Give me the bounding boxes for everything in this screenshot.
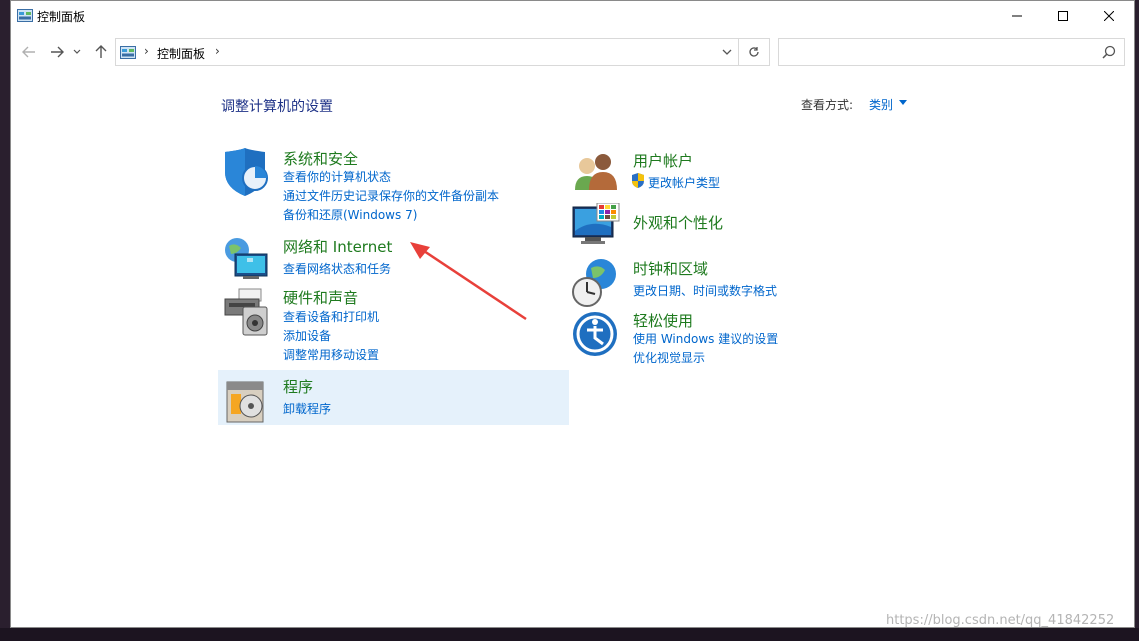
title-bar: 控制面板 xyxy=(11,1,1134,33)
up-button[interactable] xyxy=(91,43,111,61)
forward-arrow-icon xyxy=(51,46,64,58)
link-change-account-type[interactable]: 更改帐户类型 xyxy=(648,174,720,191)
category-heading-network-internet[interactable]: 网络和 Internet xyxy=(283,236,392,257)
minimize-button[interactable] xyxy=(994,1,1040,31)
maximize-button[interactable] xyxy=(1040,1,1086,31)
appearance-monitor-icon xyxy=(572,203,620,244)
refresh-button[interactable] xyxy=(738,39,769,65)
link-add-device[interactable]: 添加设备 xyxy=(283,327,331,344)
link-backup-restore[interactable]: 备份和还原(Windows 7) xyxy=(283,206,417,223)
category-heading-system-security[interactable]: 系统和安全 xyxy=(283,148,358,169)
search-icon[interactable] xyxy=(1102,45,1116,59)
taskbar xyxy=(0,628,1139,641)
link-windows-recommended-settings[interactable]: 使用 Windows 建议的设置 xyxy=(633,330,778,347)
category-heading-user-accounts[interactable]: 用户帐户 xyxy=(633,150,693,171)
link-network-status[interactable]: 查看网络状态和任务 xyxy=(283,260,391,277)
annotation-arrow xyxy=(410,242,527,321)
category-programs[interactable]: 程序 卸载程序 xyxy=(221,376,561,423)
category-appearance: 外观和个性化 xyxy=(571,203,871,253)
link-optimize-visual-display[interactable]: 优化视觉显示 xyxy=(633,349,705,366)
search-input[interactable] xyxy=(783,42,1087,64)
control-panel-window: 控制面板 › 控制面板 › 调整计算机的设置 查看方式: 类别 系统和安全 查看… xyxy=(10,0,1135,628)
back-arrow-icon xyxy=(22,46,35,58)
refresh-icon xyxy=(749,47,759,57)
link-file-history-backup[interactable]: 通过文件历史记录保存你的文件备份副本 xyxy=(283,187,499,204)
close-icon xyxy=(1104,11,1114,21)
control-panel-icon xyxy=(120,46,136,59)
category-clock-region: 时钟和区域 更改日期、时间或数字格式 xyxy=(571,258,871,308)
up-arrow-icon xyxy=(95,45,107,58)
ease-of-access-icon xyxy=(573,312,617,356)
watermark-text: https://blog.csdn.net/qq_41842252 xyxy=(886,613,1115,628)
category-heading-clock-region[interactable]: 时钟和区域 xyxy=(633,258,708,279)
search-box[interactable] xyxy=(778,38,1125,66)
navigation-bar: › 控制面板 › xyxy=(11,35,1134,69)
back-button[interactable] xyxy=(19,43,39,61)
link-change-date-time[interactable]: 更改日期、时间或数字格式 xyxy=(633,282,777,299)
category-user-accounts: 用户帐户 更改帐户类型 xyxy=(571,150,871,195)
network-globe-icon xyxy=(225,238,268,279)
recent-locations-button[interactable] xyxy=(71,43,83,61)
uac-shield-icon xyxy=(632,173,644,188)
shield-icon xyxy=(225,148,268,196)
category-heading-ease-of-access[interactable]: 轻松使用 xyxy=(633,310,693,331)
minimize-icon xyxy=(1012,15,1022,17)
close-button[interactable] xyxy=(1086,1,1132,31)
category-heading-hardware-sound[interactable]: 硬件和声音 xyxy=(283,287,358,308)
category-ease-of-access: 轻松使用 使用 Windows 建议的设置 优化视觉显示 xyxy=(571,308,871,366)
control-panel-icon xyxy=(17,9,33,22)
address-bar[interactable]: › 控制面板 › xyxy=(115,38,770,66)
printer-icon xyxy=(224,288,268,336)
link-devices-printers[interactable]: 查看设备和打印机 xyxy=(283,308,379,325)
address-dropdown-button[interactable] xyxy=(717,43,737,61)
maximize-icon xyxy=(1058,11,1068,21)
forward-button[interactable] xyxy=(47,43,67,61)
users-icon xyxy=(575,154,617,190)
chevron-down-icon xyxy=(722,49,732,55)
view-by-label: 查看方式: xyxy=(801,98,854,112)
category-heading-appearance[interactable]: 外观和个性化 xyxy=(633,212,723,233)
breadcrumb-separator[interactable]: › xyxy=(144,44,149,58)
recent-chevron-icon xyxy=(73,49,81,54)
breadcrumb-separator[interactable]: › xyxy=(215,44,220,58)
caret-down-icon[interactable] xyxy=(899,100,907,105)
clock-globe-icon xyxy=(572,259,616,307)
category-heading-programs[interactable]: 程序 xyxy=(283,376,313,397)
link-uninstall-program[interactable]: 卸载程序 xyxy=(283,400,331,417)
page-title: 调整计算机的设置 xyxy=(221,99,333,115)
category-system-security: 系统和安全 查看你的计算机状态 通过文件历史记录保存你的文件备份副本 备份和还原… xyxy=(221,148,561,228)
breadcrumb-control-panel[interactable]: 控制面板 xyxy=(157,45,205,62)
link-mobility-settings[interactable]: 调整常用移动设置 xyxy=(283,346,379,363)
programs-disk-icon xyxy=(226,381,264,423)
link-view-computer-status[interactable]: 查看你的计算机状态 xyxy=(283,168,391,185)
view-by-dropdown[interactable]: 类别 xyxy=(869,96,893,113)
window-title: 控制面板 xyxy=(37,10,86,24)
